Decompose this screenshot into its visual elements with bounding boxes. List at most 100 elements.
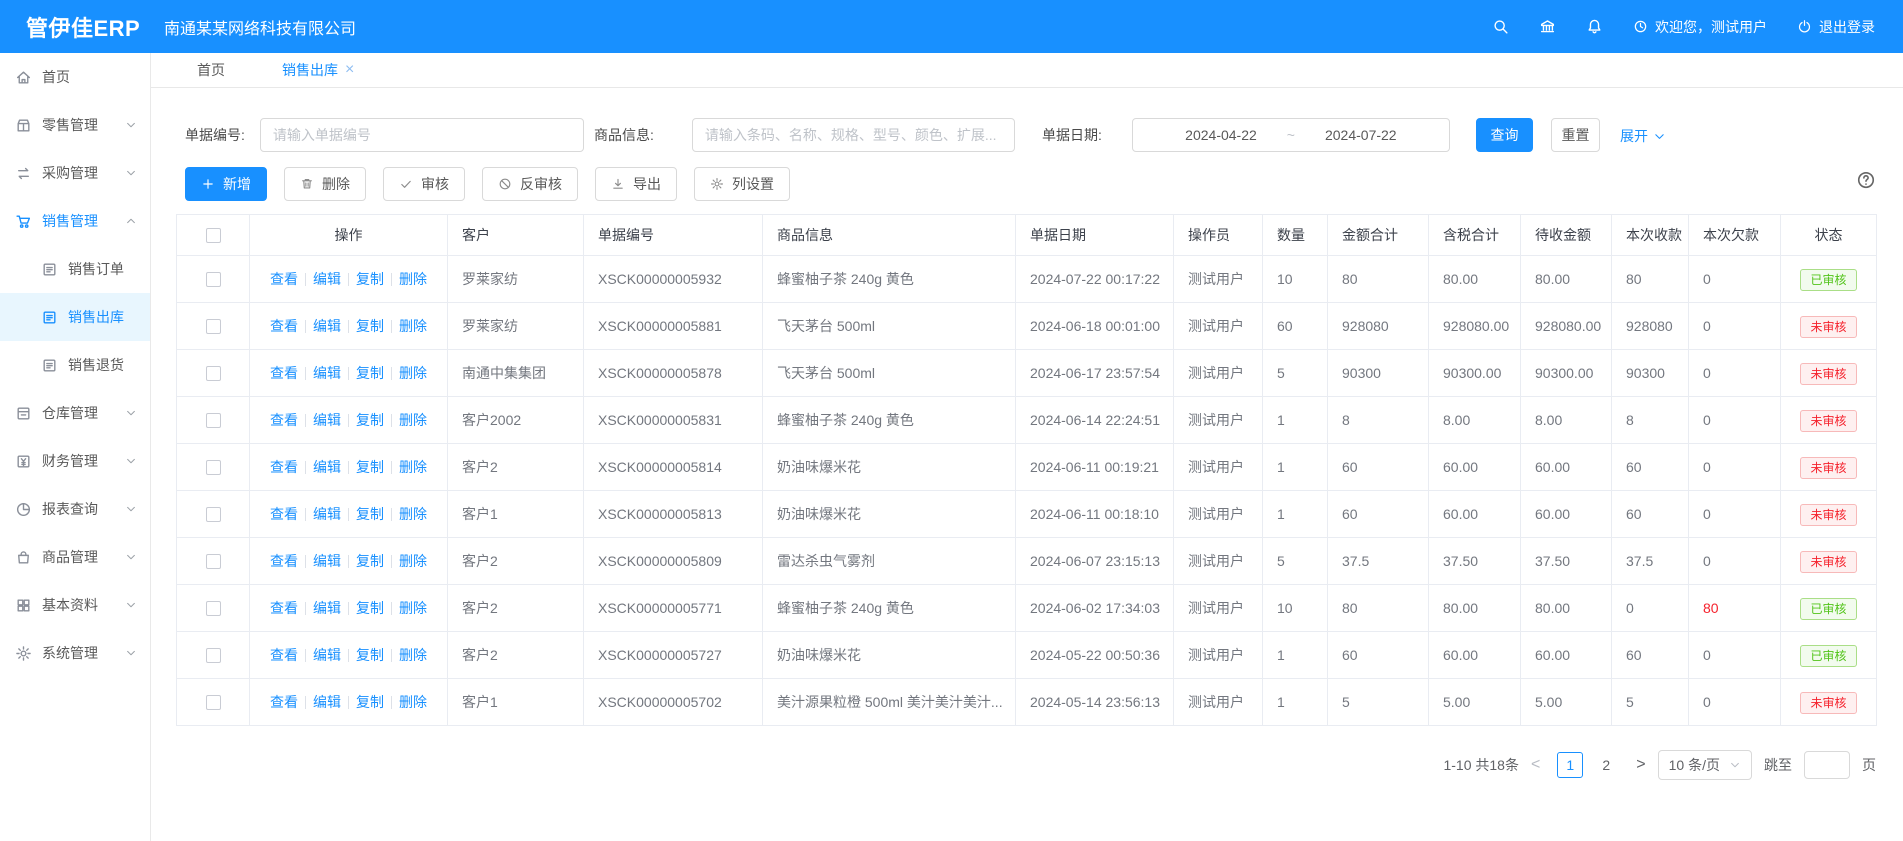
action-delete[interactable]: 删除 — [399, 365, 427, 381]
column-settings-button[interactable]: 列设置 — [694, 167, 790, 201]
action-edit[interactable]: 编辑 — [313, 647, 341, 663]
row-checkbox[interactable] — [206, 272, 221, 287]
action-edit[interactable]: 编辑 — [313, 600, 341, 616]
action-edit[interactable]: 编辑 — [313, 412, 341, 428]
cell-value: 5 — [1277, 553, 1285, 569]
action-edit[interactable]: 编辑 — [313, 365, 341, 381]
sidebar-item-sales-mgmt[interactable]: 销售管理 — [0, 197, 150, 245]
sidebar-item-system-mgmt[interactable]: 系统管理 — [0, 629, 150, 677]
action-delete[interactable]: 删除 — [399, 506, 427, 522]
sidebar-item-retail-mgmt[interactable]: 零售管理 — [0, 101, 150, 149]
tab-close-icon[interactable]: × — [345, 62, 354, 78]
sidebar-item-basic-data[interactable]: 基本资料 — [0, 581, 150, 629]
action-copy[interactable]: 复制 — [356, 506, 384, 522]
delete-button[interactable]: 删除 — [284, 167, 366, 201]
audit-button[interactable]: 审核 — [383, 167, 465, 201]
action-copy[interactable]: 复制 — [356, 694, 384, 710]
row-checkbox[interactable] — [206, 507, 221, 522]
action-view[interactable]: 查看 — [270, 694, 298, 710]
date-from[interactable]: 2024-04-22 — [1185, 127, 1257, 143]
help-icon[interactable] — [1856, 170, 1876, 190]
row-checkbox[interactable] — [206, 554, 221, 569]
action-delete[interactable]: 删除 — [399, 271, 427, 287]
export-button[interactable]: 导出 — [595, 167, 677, 201]
action-copy[interactable]: 复制 — [356, 365, 384, 381]
reset-button[interactable]: 重置 — [1551, 118, 1600, 152]
cell-customer: 客户1 — [448, 679, 584, 726]
next-page-button[interactable]: > — [1636, 756, 1645, 774]
action-delete[interactable]: 删除 — [399, 600, 427, 616]
sidebar-item-warehouse-mgmt[interactable]: 仓库管理 — [0, 389, 150, 437]
action-view[interactable]: 查看 — [270, 647, 298, 663]
sidebar-item-sales-return[interactable]: 销售退货 — [0, 341, 150, 389]
action-view[interactable]: 查看 — [270, 553, 298, 569]
row-checkbox[interactable] — [206, 648, 221, 663]
action-view[interactable]: 查看 — [270, 600, 298, 616]
bell-icon[interactable] — [1586, 18, 1603, 35]
action-copy[interactable]: 复制 — [356, 271, 384, 287]
sidebar-item-sales-order[interactable]: 销售订单 — [0, 245, 150, 293]
cell-status: 已审核 — [1781, 256, 1877, 303]
action-view[interactable]: 查看 — [270, 365, 298, 381]
cell-value: 2024-06-07 23:15:13 — [1030, 553, 1160, 569]
action-view[interactable]: 查看 — [270, 506, 298, 522]
sidebar-item-home[interactable]: 首页 — [0, 53, 150, 101]
search-button[interactable]: 查询 — [1476, 118, 1533, 152]
action-view[interactable]: 查看 — [270, 412, 298, 428]
action-copy[interactable]: 复制 — [356, 553, 384, 569]
logout-button[interactable]: 退出登录 — [1797, 17, 1875, 37]
action-edit[interactable]: 编辑 — [313, 506, 341, 522]
row-checkbox[interactable] — [206, 319, 221, 334]
action-copy[interactable]: 复制 — [356, 647, 384, 663]
tab-home[interactable]: 首页 — [197, 60, 225, 80]
action-delete[interactable]: 删除 — [399, 553, 427, 569]
sidebar-item-report-query[interactable]: 报表查询 — [0, 485, 150, 533]
action-edit[interactable]: 编辑 — [313, 553, 341, 569]
action-copy[interactable]: 复制 — [356, 412, 384, 428]
action-delete[interactable]: 删除 — [399, 412, 427, 428]
bank-icon[interactable] — [1539, 18, 1556, 35]
action-edit[interactable]: 编辑 — [313, 318, 341, 334]
prev-page-button[interactable]: < — [1531, 756, 1540, 774]
tab-sales-outbound[interactable]: 销售出库× — [282, 60, 354, 80]
action-copy[interactable]: 复制 — [356, 318, 384, 334]
order-no-input[interactable] — [260, 118, 584, 152]
sidebar-item-finance-mgmt[interactable]: 财务管理 — [0, 437, 150, 485]
page-button-1[interactable]: 1 — [1557, 752, 1583, 778]
jump-input[interactable] — [1804, 751, 1850, 779]
action-edit[interactable]: 编辑 — [313, 271, 341, 287]
date-range-picker[interactable]: 2024-04-22 ~ 2024-07-22 — [1132, 118, 1450, 152]
sidebar-item-sales-outbound[interactable]: 销售出库 — [0, 293, 150, 341]
page-button-2[interactable]: 2 — [1593, 752, 1619, 778]
row-checkbox[interactable] — [206, 601, 221, 616]
action-view[interactable]: 查看 — [270, 318, 298, 334]
row-checkbox[interactable] — [206, 695, 221, 710]
search-icon[interactable] — [1492, 18, 1509, 35]
row-checkbox[interactable] — [206, 413, 221, 428]
action-view[interactable]: 查看 — [270, 271, 298, 287]
action-divider — [305, 461, 306, 474]
page-size-select[interactable]: 10 条/页 — [1658, 750, 1752, 780]
date-to[interactable]: 2024-07-22 — [1325, 127, 1397, 143]
select-all-checkbox[interactable] — [206, 228, 221, 243]
product-info-input[interactable] — [692, 118, 1015, 152]
action-view[interactable]: 查看 — [270, 459, 298, 475]
row-checkbox[interactable] — [206, 460, 221, 475]
row-checkbox[interactable] — [206, 366, 221, 381]
action-edit[interactable]: 编辑 — [313, 694, 341, 710]
action-delete[interactable]: 删除 — [399, 694, 427, 710]
action-edit[interactable]: 编辑 — [313, 459, 341, 475]
action-delete[interactable]: 删除 — [399, 318, 427, 334]
welcome-user[interactable]: 欢迎您，测试用户 — [1633, 17, 1767, 37]
unaudit-button[interactable]: 反审核 — [482, 167, 578, 201]
add-button[interactable]: 新增 — [185, 167, 267, 201]
action-copy[interactable]: 复制 — [356, 459, 384, 475]
sidebar-item-purchase-mgmt[interactable]: 采购管理 — [0, 149, 150, 197]
action-delete[interactable]: 删除 — [399, 459, 427, 475]
action-copy[interactable]: 复制 — [356, 600, 384, 616]
expand-link[interactable]: 展开 — [1620, 126, 1666, 146]
action-delete[interactable]: 删除 — [399, 647, 427, 663]
cell-receivable: 60.00 — [1521, 444, 1612, 491]
cell-product: 奶油味爆米花 — [763, 444, 1016, 491]
sidebar-item-product-mgmt[interactable]: 商品管理 — [0, 533, 150, 581]
